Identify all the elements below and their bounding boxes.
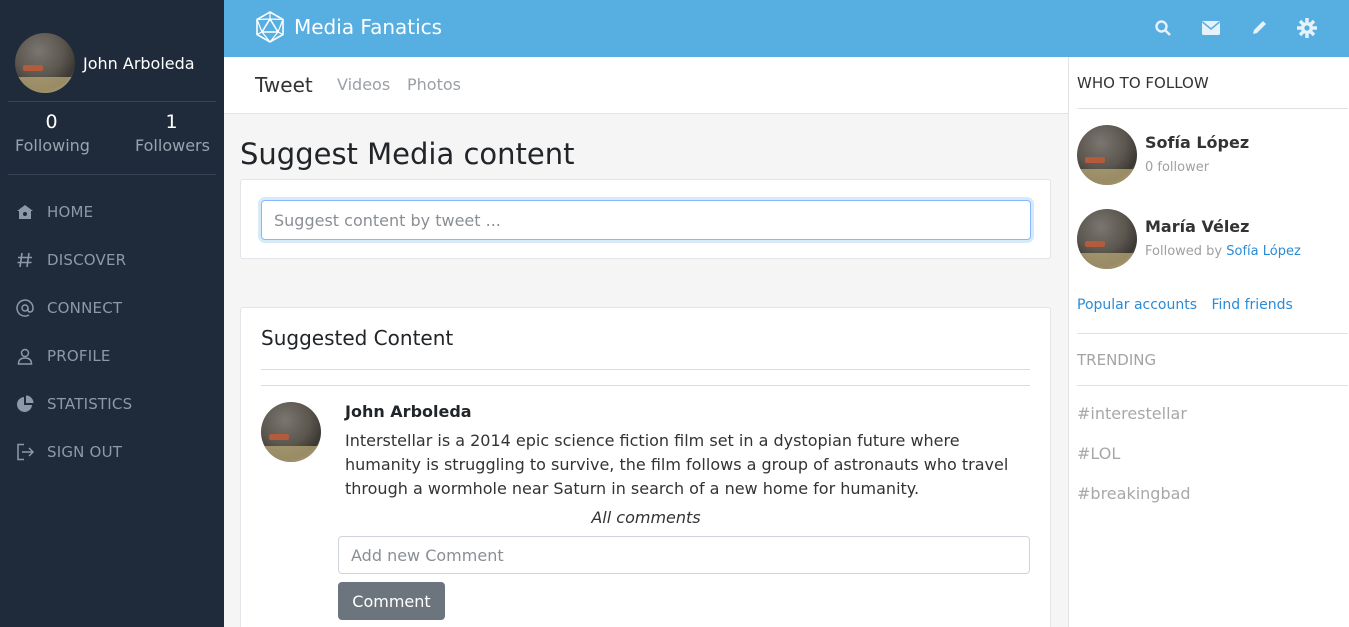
page-title: Suggest Media content [240, 137, 575, 171]
suggested-content-card: Suggested Content John Arboleda Interste… [240, 307, 1051, 627]
home-icon [17, 205, 33, 219]
divider [8, 101, 216, 102]
who-to-follow-title: WHO TO FOLLOW [1077, 74, 1209, 92]
tweet-input[interactable] [261, 200, 1031, 240]
pie-chart-icon [17, 395, 34, 412]
follow-subtext: Followed by Sofía López [1145, 244, 1301, 259]
gear-icon[interactable] [1295, 16, 1319, 40]
divider [1077, 333, 1348, 334]
user-avatar[interactable] [15, 33, 75, 93]
divider [1077, 108, 1348, 109]
follow-name[interactable]: María Vélez [1145, 217, 1301, 236]
followers-stat[interactable]: 1 Followers [135, 110, 210, 158]
popular-accounts-link[interactable]: Popular accounts [1077, 297, 1197, 313]
brand-name: Media Fanatics [294, 15, 443, 39]
tab-tweet[interactable]: Tweet [255, 73, 313, 97]
nav-item-connect[interactable]: CONNECT [0, 284, 224, 332]
nav-item-discover[interactable]: DISCOVER [0, 236, 224, 284]
trending-tag[interactable]: #LOL [1077, 444, 1120, 463]
find-friends-link[interactable]: Find friends [1211, 297, 1292, 313]
nav-label: STATISTICS [47, 395, 133, 413]
tab-videos[interactable]: Videos [337, 75, 390, 94]
icosahedron-logo-icon [256, 11, 284, 43]
top-actions [1127, 16, 1319, 40]
divider [261, 369, 1030, 370]
nav-item-profile[interactable]: PROFILE [0, 332, 224, 380]
post-author-avatar[interactable] [261, 402, 321, 462]
nav-label: DISCOVER [47, 251, 127, 269]
following-label: Following [15, 136, 90, 155]
search-icon[interactable] [1151, 16, 1175, 40]
follow-links: Popular accounts Find friends [1077, 297, 1303, 313]
envelope-icon[interactable] [1199, 16, 1223, 40]
following-count: 0 [45, 111, 58, 133]
sign-out-icon [17, 443, 35, 461]
brand[interactable]: Media Fanatics [254, 11, 442, 43]
compose-card [240, 179, 1051, 259]
pencil-icon[interactable] [1247, 16, 1271, 40]
nav-item-sign-out[interactable]: SIGN OUT [0, 428, 224, 476]
sidebar-profile[interactable]: John Arboleda [15, 33, 195, 93]
followed-by-label: Followed by [1145, 244, 1223, 259]
divider [8, 174, 216, 175]
nav-label: PROFILE [47, 347, 111, 365]
right-sidebar: WHO TO FOLLOW Sofía López 0 follower Mar… [1068, 57, 1349, 627]
content-tabs: Tweet Videos Photos [224, 57, 1068, 114]
nav-label: CONNECT [47, 299, 123, 317]
follow-suggestion[interactable]: Sofía López 0 follower [1077, 125, 1249, 185]
person-icon [17, 348, 33, 365]
all-comments-label[interactable]: All comments [241, 508, 1051, 527]
comment-input[interactable] [338, 536, 1030, 574]
nav-item-home[interactable]: HOME [0, 188, 224, 236]
tab-photos[interactable]: Photos [407, 75, 461, 94]
following-stat[interactable]: 0 Following [15, 110, 90, 158]
follow-subtext: 0 follower [1145, 160, 1210, 175]
at-icon [16, 299, 34, 317]
hash-icon [17, 252, 32, 268]
divider [261, 385, 1030, 386]
nav-label: SIGN OUT [47, 443, 123, 461]
user-name[interactable]: John Arboleda [83, 54, 195, 73]
avatar[interactable] [1077, 125, 1137, 185]
followed-by-link[interactable]: Sofía López [1226, 244, 1301, 259]
trending-tag[interactable]: #interestellar [1077, 404, 1187, 423]
follow-suggestion[interactable]: María Vélez Followed by Sofía López [1077, 209, 1301, 269]
nav-label: HOME [47, 203, 94, 221]
sidebar: John Arboleda 0 Following 1 Followers HO… [0, 0, 224, 627]
post-author-name[interactable]: John Arboleda [345, 402, 472, 421]
avatar[interactable] [1077, 209, 1137, 269]
divider [1077, 385, 1348, 386]
followers-label: Followers [135, 136, 210, 155]
trending-tag[interactable]: #breakingbad [1077, 484, 1191, 503]
nav-item-statistics[interactable]: STATISTICS [0, 380, 224, 428]
follow-name[interactable]: Sofía López [1145, 133, 1249, 152]
post-text: Interstellar is a 2014 epic science fict… [345, 431, 1009, 498]
suggested-content-title: Suggested Content [261, 326, 454, 350]
followers-count: 1 [165, 111, 178, 133]
comment-button[interactable]: Comment [338, 582, 445, 620]
top-bar: Media Fanatics [224, 0, 1349, 57]
main-content: Tweet Videos Photos Suggest Media conten… [224, 57, 1068, 627]
trending-title: TRENDING [1077, 351, 1157, 369]
main-nav: HOME DISCOVER CONNECT PROFILE STATISTICS… [0, 188, 224, 476]
